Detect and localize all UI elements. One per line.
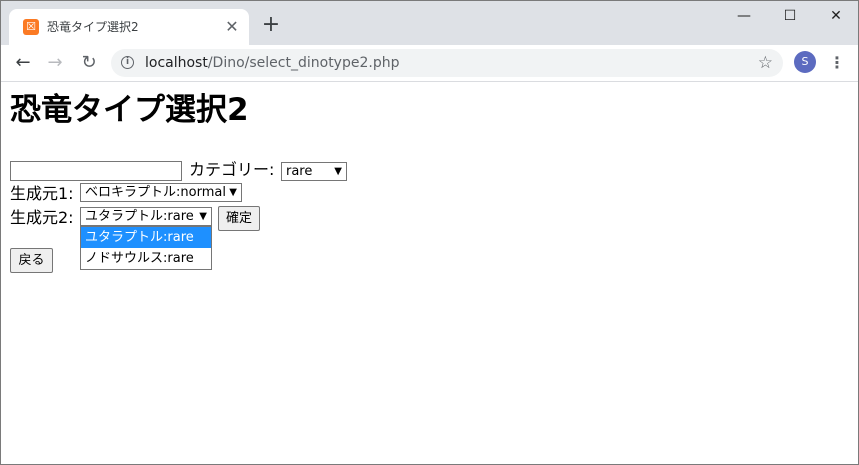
url-text[interactable]: localhost/Dino/select_dinotype2.php	[145, 55, 399, 71]
page-title: 恐竜タイプ選択2	[10, 92, 249, 128]
chevron-down-icon: ▼	[334, 166, 342, 177]
tab-title: 恐竜タイプ選択2	[47, 20, 139, 34]
dropdown-option[interactable]: ユタラプトル:rare	[81, 227, 211, 248]
close-window-icon[interactable]: ✕	[813, 1, 858, 31]
maximize-icon[interactable]: ☐	[767, 1, 813, 31]
reload-icon[interactable]: ↻	[77, 51, 101, 75]
page-content: 恐竜タイプ選択2 カテゴリー: rare ▼ 生成元1: ベロキラプトル:nor…	[1, 82, 858, 464]
category-select-value: rare	[286, 164, 313, 179]
close-tab-icon[interactable]: ✕	[223, 18, 241, 36]
browser-tab[interactable]: ☒ 恐竜タイプ選択2 ✕	[9, 9, 249, 45]
menu-icon[interactable]: ⋮	[829, 51, 845, 75]
source1-label: 生成元1:	[10, 184, 74, 203]
favicon-icon: ☒	[23, 19, 39, 35]
category-label: カテゴリー:	[189, 160, 275, 179]
source1-select-value: ベロキラプトル:normal	[85, 185, 226, 200]
minimize-icon[interactable]: —	[721, 1, 767, 31]
dropdown-option[interactable]: ノドサウルス:rare	[81, 248, 211, 269]
browser-window: ☒ 恐竜タイプ選択2 ✕ + — ☐ ✕ ← → ↻ i localhost/D…	[0, 0, 859, 465]
source1-select[interactable]: ベロキラプトル:normal ▼	[80, 183, 242, 202]
forward-icon[interactable]: →	[43, 51, 67, 75]
source2-dropdown-list: ユタラプトル:rare ノドサウルス:rare	[80, 226, 212, 270]
source2-select[interactable]: ユタラプトル:rare ▼	[80, 207, 212, 226]
back-button[interactable]: 戻る	[10, 248, 53, 273]
profile-avatar[interactable]: S	[794, 51, 816, 73]
url-host: localhost	[145, 55, 208, 71]
chevron-down-icon: ▼	[199, 211, 207, 222]
back-icon[interactable]: ←	[11, 51, 35, 75]
url-path: /Dino/select_dinotype2.php	[207, 55, 400, 71]
address-toolbar: ← → ↻ i localhost/Dino/select_dinotype2.…	[1, 45, 858, 82]
info-icon[interactable]: i	[121, 56, 134, 69]
category-select[interactable]: rare ▼	[281, 162, 347, 181]
source2-select-value: ユタラプトル:rare	[85, 209, 194, 224]
chevron-down-icon: ▼	[229, 187, 237, 198]
address-bar[interactable]: i localhost/Dino/select_dinotype2.php ☆	[111, 49, 783, 77]
tab-strip: ☒ 恐竜タイプ選択2 ✕ + — ☐ ✕	[1, 1, 858, 45]
dino-name-input[interactable]	[10, 161, 182, 181]
new-tab-icon[interactable]: +	[261, 14, 281, 36]
bookmark-star-icon[interactable]: ☆	[758, 53, 773, 73]
confirm-button[interactable]: 確定	[218, 206, 260, 231]
source2-label: 生成元2:	[10, 208, 74, 227]
